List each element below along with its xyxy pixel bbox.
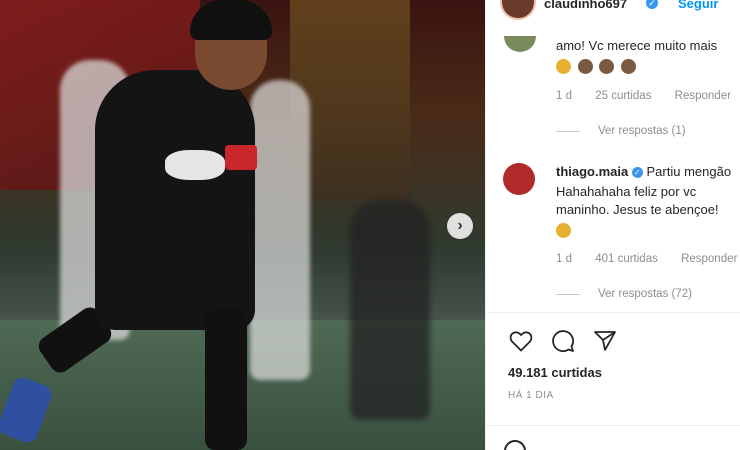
comment-text-line: maninho. Jesus te abençoe! — [556, 202, 719, 217]
action-bar — [508, 328, 618, 356]
divider — [486, 425, 740, 426]
emoji-icon — [556, 59, 571, 75]
likes-count[interactable]: 49.181 curtidas — [508, 365, 602, 380]
comment-meta: 1 d 401 curtidas Responder — [556, 253, 740, 265]
post-username[interactable]: claudinho697 — [544, 0, 627, 11]
emoji-icon — [599, 59, 615, 75]
captain-armband — [225, 145, 257, 170]
share-icon[interactable] — [592, 328, 618, 354]
view-replies-button[interactable]: Ver respostas (72) — [556, 288, 692, 300]
post-time: HÁ 1 DIA — [508, 390, 554, 401]
background-player — [350, 200, 430, 420]
emoji-icon — [620, 59, 636, 75]
comment-time: 1 d — [556, 253, 572, 265]
comment-username[interactable]: thiago.maia — [556, 164, 628, 179]
follow-button[interactable]: Seguir — [678, 0, 718, 11]
reply-button[interactable]: Responder — [675, 90, 731, 102]
team-logo — [165, 150, 225, 180]
comment-emojis — [556, 57, 639, 75]
divider — [486, 312, 740, 313]
verified-icon: ✓ — [631, 167, 643, 179]
comment-likes[interactable]: 25 curtidas — [595, 90, 651, 102]
emoji-picker-icon[interactable] — [504, 440, 526, 450]
divider-line — [556, 293, 580, 295]
heart-icon[interactable] — [508, 328, 534, 354]
player-leg — [205, 310, 247, 450]
comment-icon[interactable] — [550, 328, 576, 354]
comment-text: amo! Vc merece muito mais — [556, 38, 718, 53]
post-header: claudinho697 ✓ Seguir — [486, 0, 740, 22]
verified-icon: ✓ — [646, 0, 658, 9]
comment-emojis — [556, 221, 574, 239]
view-replies-button[interactable]: Ver respostas (1) — [556, 125, 686, 137]
player-hair — [190, 0, 272, 40]
post-sidebar: claudinho697 ✓ Seguir amo! Vc merece mui… — [485, 0, 740, 450]
next-image-button[interactable]: › — [447, 213, 473, 239]
chevron-right-icon: › — [457, 217, 463, 234]
comment-time: 1 d — [556, 90, 572, 102]
comment-text-line: Hahahahaha feliz por vc — [556, 184, 697, 199]
comment-meta: 1 d 25 curtidas Responder — [556, 90, 740, 102]
comment-text: thiago.maia ✓ Partiu mengão — [556, 164, 732, 179]
avatar[interactable] — [500, 0, 536, 20]
divider-line — [556, 130, 580, 132]
avatar[interactable] — [504, 36, 536, 52]
comment-likes[interactable]: 401 curtidas — [595, 253, 658, 265]
reply-button[interactable]: Responder — [681, 253, 737, 265]
post-photo: › — [0, 0, 485, 450]
emoji-icon — [556, 223, 571, 239]
background-player — [250, 80, 310, 380]
avatar[interactable] — [503, 163, 535, 195]
player-body — [95, 70, 255, 330]
emoji-icon — [577, 59, 593, 75]
